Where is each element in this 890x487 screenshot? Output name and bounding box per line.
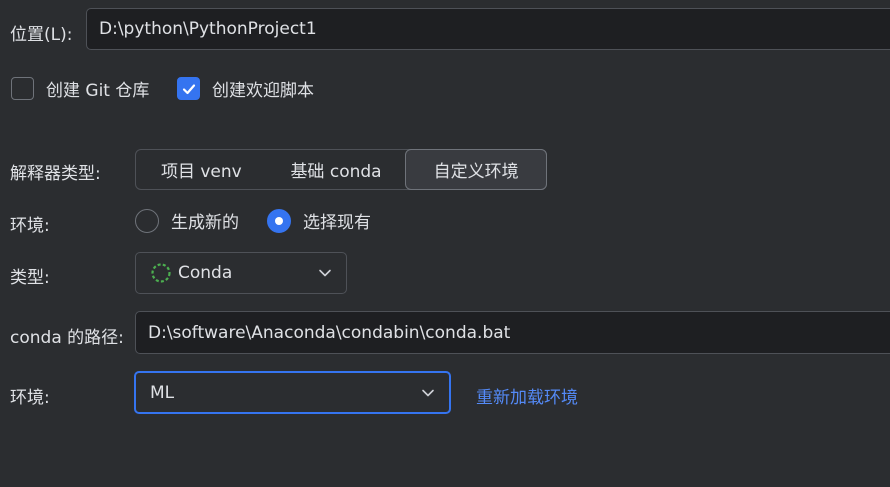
env-dropdown[interactable]: ML — [134, 371, 451, 414]
conda-path-input[interactable]: D:\software\Anaconda\condabin\conda.bat — [135, 311, 890, 354]
env-dropdown-value: ML — [150, 382, 175, 403]
interpreter-type-segmented: 项目 venv 基础 conda 自定义环境 — [135, 149, 547, 190]
create-welcome-option[interactable]: 创建欢迎脚本 — [177, 76, 314, 101]
chevron-down-icon — [422, 389, 434, 396]
environment-label: 环境: — [10, 216, 50, 236]
checkmark-icon — [182, 83, 195, 94]
reload-env-link[interactable]: 重新加载环境 — [476, 383, 578, 408]
env-generate-new-option[interactable]: 生成新的 — [135, 208, 239, 233]
create-welcome-checkbox[interactable] — [177, 77, 200, 100]
tab-project-venv[interactable]: 项目 venv — [136, 150, 267, 189]
type-label: 类型: — [10, 268, 50, 288]
type-dropdown[interactable]: Conda — [135, 252, 347, 294]
env-select-existing-radio[interactable] — [267, 208, 291, 233]
conda-spinner-icon — [151, 263, 171, 283]
create-git-label: 创建 Git 仓库 — [46, 81, 150, 101]
create-welcome-label: 创建欢迎脚本 — [212, 81, 314, 101]
conda-path-label: conda 的路径: — [10, 328, 124, 348]
tab-base-conda[interactable]: 基础 conda — [267, 150, 406, 189]
location-value: D:\python\PythonProject1 — [99, 19, 317, 39]
conda-path-value: D:\software\Anaconda\condabin\conda.bat — [148, 322, 511, 343]
location-input[interactable]: D:\python\PythonProject1 — [86, 8, 890, 50]
create-git-checkbox[interactable] — [11, 77, 34, 100]
interpreter-type-label: 解释器类型: — [10, 164, 101, 184]
type-value: Conda — [178, 263, 233, 283]
tab-custom-env[interactable]: 自定义环境 — [405, 149, 547, 190]
env-generate-new-label: 生成新的 — [171, 213, 239, 233]
env-select-existing-label: 选择现有 — [303, 213, 371, 233]
env-generate-new-radio[interactable] — [135, 208, 159, 233]
new-project-dialog: 位置(L): D:\python\PythonProject1 创建 Git 仓… — [0, 0, 890, 487]
chevron-down-icon — [319, 269, 331, 277]
env-select-label: 环境: — [10, 388, 50, 408]
env-select-existing-option[interactable]: 选择现有 — [267, 208, 371, 233]
create-git-option[interactable]: 创建 Git 仓库 — [11, 76, 149, 101]
location-label: 位置(L): — [10, 25, 73, 45]
